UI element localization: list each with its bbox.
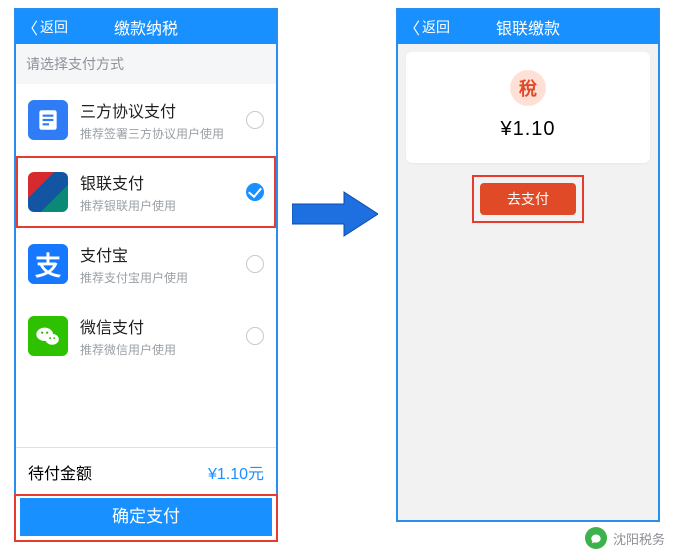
- option-name: 三方协议支付: [80, 98, 246, 122]
- option-name: 银联支付: [80, 170, 246, 194]
- radio-checked-icon[interactable]: [246, 183, 264, 201]
- unionpay-screen: 〈 返回 银联缴款 稅 ¥1.10 去支付: [396, 8, 660, 522]
- confirm-highlight: 确定支付: [16, 496, 276, 540]
- radio-unchecked-icon[interactable]: [246, 327, 264, 345]
- alipay-icon: 支: [28, 244, 68, 284]
- back-button[interactable]: 〈 返回: [16, 15, 68, 39]
- radio-unchecked-icon[interactable]: [246, 111, 264, 129]
- amount-bar: 待付金额 ¥1.10元: [16, 447, 276, 496]
- confirm-pay-button[interactable]: 确定支付: [20, 498, 272, 536]
- pay-button-highlight: 去支付: [474, 177, 582, 221]
- section-label: 请选择支付方式: [16, 44, 276, 84]
- amount-card: 稅 ¥1.10: [406, 52, 650, 163]
- body: 稅 ¥1.10 去支付: [398, 44, 658, 520]
- wechat-account-icon: [585, 527, 607, 549]
- option-name: 微信支付: [80, 314, 246, 338]
- payment-options-list: 三方协议支付 推荐签署三方协议用户使用 银联支付 推荐银联用户使用 支 支付宝 …: [16, 84, 276, 447]
- option-alipay[interactable]: 支 支付宝 推荐支付宝用户使用: [16, 228, 276, 300]
- header: 〈 返回 银联缴款: [398, 10, 658, 44]
- arrow-right-icon: [292, 190, 378, 238]
- chevron-left-icon: 〈: [404, 15, 420, 39]
- back-label: 返回: [422, 17, 450, 37]
- option-sub: 推荐支付宝用户使用: [80, 269, 246, 286]
- payment-method-screen: 〈 返回 缴款纳税 请选择支付方式 三方协议支付 推荐签署三方协议用户使用 银联…: [14, 8, 278, 542]
- document-icon: [28, 100, 68, 140]
- header: 〈 返回 缴款纳税: [16, 10, 276, 44]
- option-sub: 推荐银联用户使用: [80, 197, 246, 214]
- amount-label: 待付金额: [28, 460, 92, 484]
- option-sub: 推荐签署三方协议用户使用: [80, 125, 246, 142]
- option-tripartite[interactable]: 三方协议支付 推荐签署三方协议用户使用: [16, 84, 276, 156]
- option-name: 支付宝: [80, 242, 246, 266]
- watermark-text: 沈阳税务: [613, 529, 665, 548]
- unionpay-icon: [28, 172, 68, 212]
- option-wechat[interactable]: 微信支付 推荐微信用户使用: [16, 300, 276, 372]
- price: ¥1.10: [500, 118, 555, 141]
- watermark: 沈阳税务: [585, 527, 665, 549]
- option-unionpay[interactable]: 银联支付 推荐银联用户使用: [16, 156, 276, 228]
- back-label: 返回: [40, 17, 68, 37]
- radio-unchecked-icon[interactable]: [246, 255, 264, 273]
- go-pay-button[interactable]: 去支付: [480, 183, 576, 215]
- wechat-icon: [28, 316, 68, 356]
- tax-stamp-icon: 稅: [510, 70, 546, 106]
- back-button[interactable]: 〈 返回: [398, 15, 450, 39]
- chevron-left-icon: 〈: [22, 15, 38, 39]
- option-sub: 推荐微信用户使用: [80, 341, 246, 358]
- amount-value: ¥1.10元: [208, 460, 264, 484]
